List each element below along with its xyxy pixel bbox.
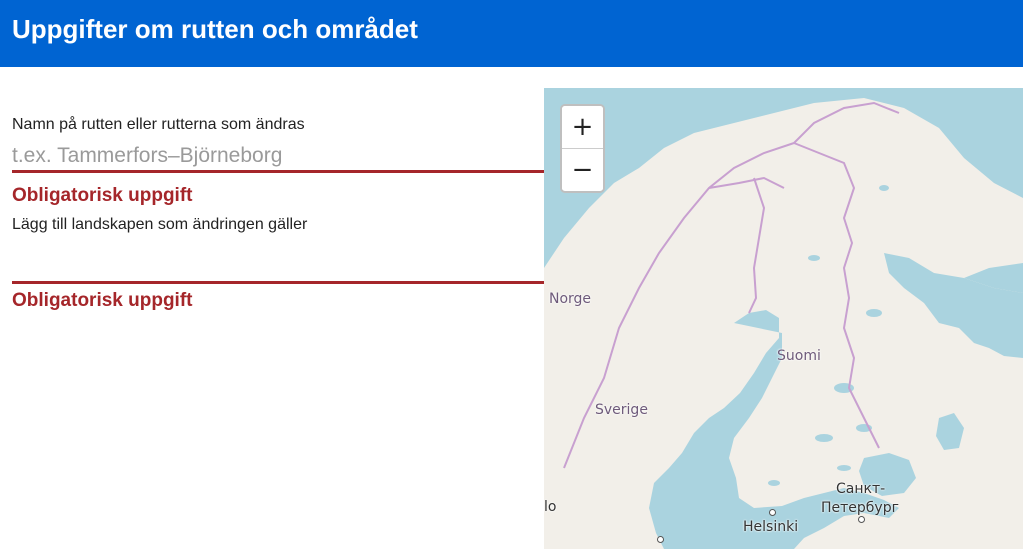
route-form: Namn på rutten eller rutterna som ändras… [0, 67, 544, 549]
map-label-oslo: lo [544, 499, 557, 515]
map-label-norway: Norge [549, 291, 592, 307]
map[interactable]: + − Norge Suomi Sverige lo Helsinki Санк… [544, 88, 1023, 549]
zoom-out-button[interactable]: − [562, 148, 603, 190]
city-dot-icon [657, 536, 664, 543]
route-name-error: Obligatorisk uppgift [12, 185, 193, 206]
route-name-label: Namn på rutten eller rutterna som ändras [12, 116, 305, 133]
map-label-finland: Suomi [777, 348, 821, 364]
regions-input[interactable] [12, 252, 544, 284]
st-petersburg-dot-icon [858, 516, 865, 523]
page-header: Uppgifter om rutten och området [0, 0, 1023, 67]
map-tiles [544, 88, 1023, 549]
regions-error: Obligatorisk uppgift [12, 290, 193, 311]
helsinki-dot-icon [769, 509, 776, 516]
map-label-st-petersburg-2: Петербург [821, 500, 899, 516]
zoom-control: + − [560, 104, 605, 193]
map-label-sweden: Sverige [595, 402, 648, 418]
map-label-helsinki: Helsinki [743, 519, 799, 535]
page-title: Uppgifter om rutten och området [12, 14, 418, 44]
route-name-input[interactable] [12, 141, 544, 173]
zoom-in-button[interactable]: + [562, 106, 603, 148]
regions-label: Lägg till landskapen som ändringen gälle… [12, 216, 308, 233]
map-label-st-petersburg-1: Санкт- [836, 481, 886, 497]
